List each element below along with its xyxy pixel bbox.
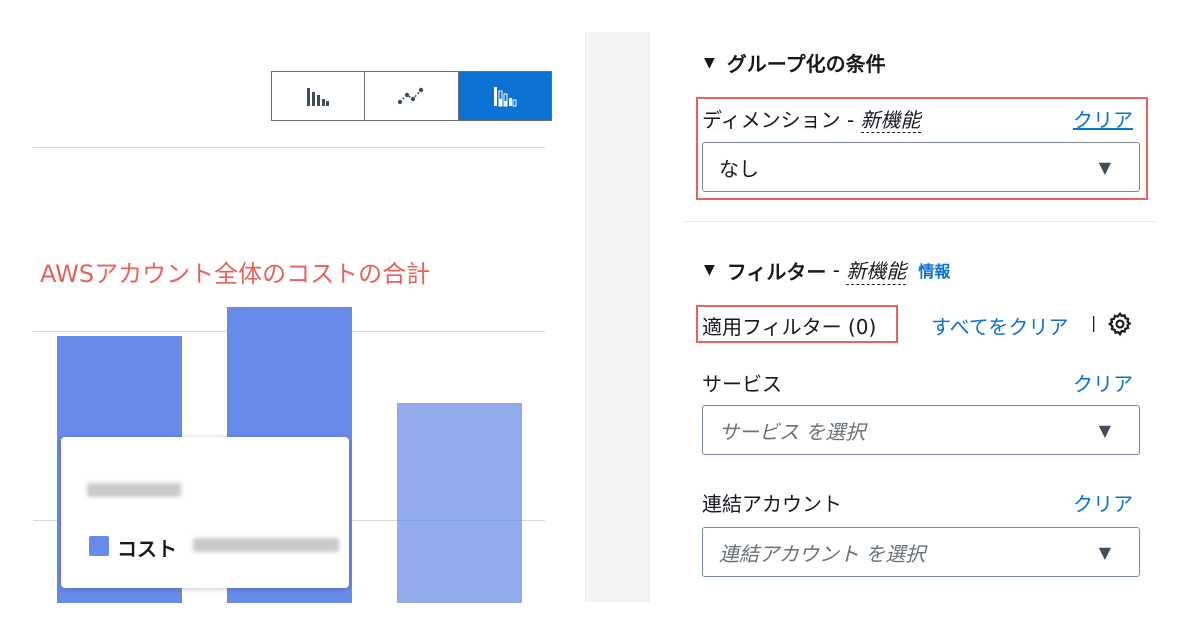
filters-sep: - <box>826 258 847 282</box>
linked-account-select[interactable]: 連結アカウント を選択 ▼ <box>702 527 1140 577</box>
stacked-bar-chart-icon <box>493 87 517 107</box>
bar-chart-button[interactable] <box>272 72 364 120</box>
service-clear-link[interactable]: クリア <box>1073 368 1133 397</box>
gear-icon[interactable] <box>1107 311 1133 341</box>
chart-tooltip: コスト <box>61 437 349 588</box>
service-select[interactable]: サービス を選択 ▼ <box>702 405 1140 455</box>
blurred-date <box>87 483 181 497</box>
chart-header-divider <box>33 147 545 148</box>
service-placeholder: サービス を選択 <box>719 419 866 444</box>
caret-down-icon: ▼ <box>704 54 715 71</box>
service-label: サービス <box>702 372 782 396</box>
linked-account-placeholder: 連結アカウント を選択 <box>719 541 926 566</box>
highlight-applied-filters <box>696 305 898 343</box>
annotation-title: AWSアカウント全体のコストの合計 <box>40 260 431 288</box>
group-by-title: グループ化の条件 <box>726 52 886 76</box>
linked-account-label: 連結アカウント <box>702 492 842 516</box>
highlight-dimension <box>696 97 1148 200</box>
stacked-bar-chart-button[interactable] <box>457 72 551 120</box>
filters-header[interactable]: ▼ フィルター - 新機能 情報 <box>704 255 950 285</box>
blurred-value <box>193 538 339 552</box>
new-feature-badge[interactable]: 新機能 <box>846 255 907 285</box>
pipe-divider: | <box>1091 313 1097 332</box>
dropdown-arrow-icon: ▼ <box>1098 542 1111 562</box>
line-chart-icon <box>398 87 424 105</box>
info-link[interactable]: 情報 <box>918 258 950 282</box>
caret-down-icon: ▼ <box>704 262 715 278</box>
group-by-header[interactable]: ▼ グループ化の条件 <box>704 48 886 77</box>
panel-divider <box>585 32 650 602</box>
tooltip-series-label: コスト <box>117 537 177 561</box>
dropdown-arrow-icon: ▼ <box>1098 420 1111 440</box>
section-separator <box>684 221 1156 222</box>
chart-type-toggle <box>271 71 552 121</box>
bar-3[interactable] <box>397 403 522 603</box>
filters-title: フィルター <box>726 259 827 284</box>
legend-swatch-cost <box>89 536 109 556</box>
linked-account-clear-link[interactable]: クリア <box>1073 488 1133 517</box>
bar-chart-icon <box>307 88 330 106</box>
line-chart-button[interactable] <box>364 72 457 120</box>
clear-all-filters-link[interactable]: すべてをクリア <box>931 311 1068 340</box>
